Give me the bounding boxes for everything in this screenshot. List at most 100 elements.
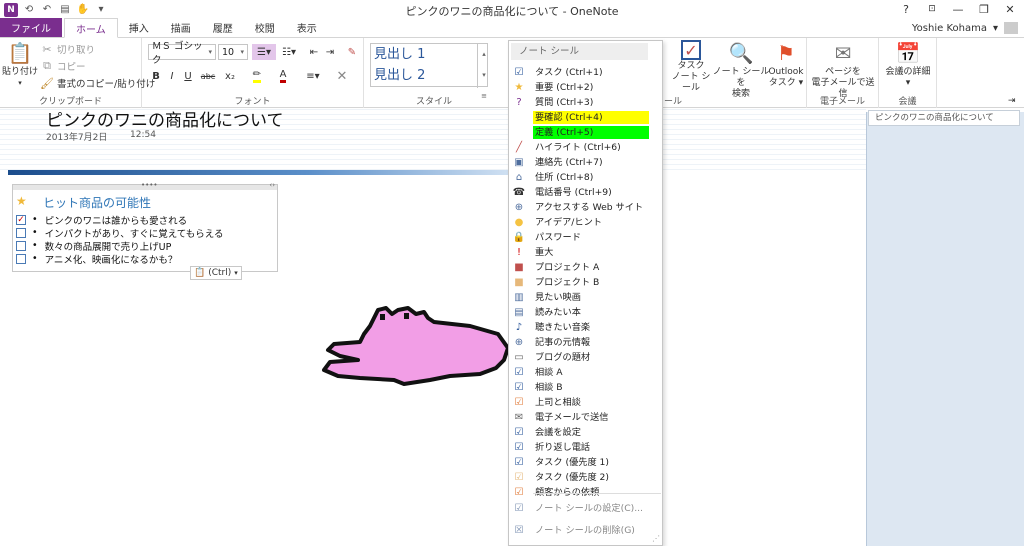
menu-item[interactable]: 定義 (Ctrl+5)	[511, 125, 661, 140]
checkbox-checked-icon[interactable]: ✓	[16, 214, 26, 225]
paste-options-button[interactable]: 📋 (Ctrl) ▾	[190, 266, 242, 280]
list-item[interactable]: • インパクトがあり、すぐに覚えてもらえる	[16, 226, 224, 240]
menu-item[interactable]: ▤ 読みたい本	[511, 305, 661, 320]
menu-item[interactable]: ☑ 相談 A	[511, 365, 661, 380]
checkbox-icon[interactable]	[16, 253, 26, 264]
remove-tag-item[interactable]: ☒ ノート シールの削除(G)	[511, 523, 661, 538]
customize-tags-item[interactable]: ☑ ノート シールの設定(C)...	[511, 501, 661, 516]
menu-item[interactable]: ? 質問 (Ctrl+3)	[511, 95, 661, 110]
menu-item[interactable]: ☑ 相談 B	[511, 380, 661, 395]
container-handle[interactable]: •••• ‹›	[13, 181, 277, 190]
list-item[interactable]: ✓ • ピンクのワニは誰からも愛される	[16, 213, 187, 227]
font-size-combo[interactable]: 10 ▾	[218, 44, 248, 60]
menu-item[interactable]: ⊕ 記事の元情報	[511, 335, 661, 350]
format-painter-button[interactable]: 🖌 書式のコピー/貼り付け	[40, 76, 155, 91]
checkbox-icon[interactable]	[16, 227, 26, 238]
font-name-combo[interactable]: ＭＳ ゴシック ▾	[148, 41, 216, 66]
note-heading[interactable]: ヒット商品の可能性	[43, 194, 151, 211]
bullets-button[interactable]: ☰▾	[252, 44, 276, 60]
styles-gallery[interactable]: 見出し 1 見出し 2 ▴ ▾ ≡	[370, 43, 488, 100]
ribbon-display-button[interactable]: ⊡	[922, 1, 942, 17]
menu-item-label: 住所 (Ctrl+8)	[535, 172, 594, 183]
menu-item[interactable]: ▣ 連絡先 (Ctrl+7)	[511, 155, 661, 170]
menu-item[interactable]: ♪ 聴きたい音楽	[511, 320, 661, 335]
menu-item[interactable]: ▥ 見たい映画	[511, 290, 661, 305]
tab-view[interactable]: 表示	[286, 18, 328, 37]
user-account[interactable]: Yoshie Kohama ▾	[912, 22, 1018, 34]
menu-item[interactable]: 🔒 パスワード	[511, 230, 661, 245]
menu-item[interactable]: ☑ 会議を設定	[511, 425, 661, 440]
menu-item[interactable]: ★ 重要 (Ctrl+2)	[511, 80, 661, 95]
underline-button[interactable]: U	[180, 68, 196, 84]
help-button[interactable]: ?	[896, 1, 916, 17]
tab-home[interactable]: ホーム	[64, 18, 118, 38]
list-item[interactable]: • 数々の商品展開で売り上げUP	[16, 239, 171, 253]
strikethrough-button[interactable]: abc	[198, 68, 218, 84]
menu-item[interactable]: ⊕ アクセスする Web サイト	[511, 200, 661, 215]
menu-item[interactable]: ╱ ハイライト (Ctrl+6)	[511, 140, 661, 155]
tag-settings-icon: ☑	[514, 503, 524, 514]
menu-item[interactable]: ☎ 電話番号 (Ctrl+9)	[511, 185, 661, 200]
page-tab-item[interactable]: ピンクのワニの商品化について	[868, 110, 1020, 126]
menu-item[interactable]: ■ プロジェクト A	[511, 260, 661, 275]
restore-button[interactable]: ❐	[974, 1, 994, 17]
style-heading1[interactable]: 見出し 1	[371, 44, 487, 65]
pin-ribbon-icon[interactable]: ⇥	[1008, 96, 1016, 106]
menu-separator	[533, 493, 661, 494]
menu-item[interactable]: ☑ タスク (優先度 1)	[511, 455, 661, 470]
menu-item[interactable]: ● アイデア/ヒント	[511, 215, 661, 230]
copy-button[interactable]: ⧉ コピー	[40, 59, 85, 73]
task-tag-button[interactable]: ✓ タスク ノート シール	[670, 40, 712, 94]
note-container[interactable]: •••• ‹› ★ ヒット商品の可能性 ✓ • ピンクのワニは誰からも愛される • イン…	[12, 181, 278, 272]
close-button[interactable]: ✕	[1000, 1, 1020, 17]
menu-item[interactable]: ✉ 電子メールで送信	[511, 410, 661, 425]
menu-item[interactable]: ☑ 折り返し電話	[511, 440, 661, 455]
tab-insert[interactable]: 挿入	[118, 18, 160, 37]
subscript-button[interactable]: x₂	[220, 68, 240, 84]
paste-button[interactable]: 📋 貼り付け ▾	[2, 40, 38, 89]
menu-item[interactable]: ■ プロジェクト B	[511, 275, 661, 290]
menu-item-label: 要確認 (Ctrl+4)	[533, 111, 649, 124]
note-tags-dropdown[interactable]: ノート シール ☑ タスク (Ctrl+1) ★ 重要 (Ctrl+2)? 質問 (Ct…	[508, 40, 663, 546]
delete-button[interactable]: ✕	[334, 68, 350, 84]
decrease-indent-button[interactable]: ⇤	[306, 44, 322, 60]
menu-item[interactable]: ☑ タスク (Ctrl+1)	[511, 65, 661, 80]
checkbox-calendar-icon: ☑	[514, 427, 524, 438]
checkbox-icon[interactable]	[16, 240, 26, 251]
align-button[interactable]: ≡▾	[302, 68, 324, 84]
menu-item[interactable]: ⌂ 住所 (Ctrl+8)	[511, 170, 661, 185]
phone-icon: ☎	[512, 187, 526, 198]
tab-review[interactable]: 校閲	[244, 18, 286, 37]
page-time: 12:54	[130, 130, 156, 140]
minimize-button[interactable]: —	[948, 1, 968, 17]
menu-item[interactable]: ☑ タスク (優先度 2)	[511, 470, 661, 485]
numbering-button[interactable]: ☷▾	[278, 44, 300, 60]
clear-formatting-button[interactable]: ✎	[344, 44, 360, 60]
menu-item[interactable]: ▭ ブログの題材	[511, 350, 661, 365]
tab-draw[interactable]: 描画	[160, 18, 202, 37]
clipboard-group: 📋 貼り付け ▾ ✂ 切り取り ⧉ コピー 🖌 書式のコピー/貼り付け クリップボード	[0, 38, 155, 108]
menu-item[interactable]: ☑ 上司と相談	[511, 395, 661, 410]
resize-grip-icon[interactable]: ⋰	[652, 534, 660, 543]
cut-button[interactable]: ✂ 切り取り	[40, 42, 95, 57]
pink-crocodile-drawing[interactable]	[320, 304, 520, 394]
increase-indent-button[interactable]: ⇥	[322, 44, 338, 60]
font-color-button[interactable]: A	[272, 68, 294, 84]
globe-icon: ⊕	[514, 337, 524, 348]
tab-history[interactable]: 履歴	[202, 18, 244, 37]
find-tags-button[interactable]: 🔍 ノート シールを 検索	[712, 40, 770, 100]
italic-button[interactable]: I	[164, 68, 180, 84]
menu-item[interactable]: ! 重大	[511, 245, 661, 260]
outlook-task-button[interactable]: ⚑ Outlook タスク ▾	[766, 40, 806, 89]
list-item[interactable]: • アニメ化、映画化になるかも？	[16, 252, 177, 266]
menu-item[interactable]: 要確認 (Ctrl+4)	[511, 110, 661, 125]
tab-file[interactable]: ファイル	[0, 18, 62, 37]
email-page-button[interactable]: ✉ ページを 電子メールで送信	[809, 40, 877, 100]
style-heading2[interactable]: 見出し 2	[371, 65, 487, 86]
highlight-color-button[interactable]: ✏	[246, 68, 268, 84]
bold-button[interactable]: B	[148, 68, 164, 84]
page-canvas[interactable]: ピンクのワニの商品化について 2013年7月2日 12:54 •••• ‹› ★ …	[0, 108, 866, 546]
meeting-details-button[interactable]: 📅 会議の詳細 ▾	[881, 40, 935, 89]
styles-scrollbar[interactable]: ▴ ▾ ≡	[477, 44, 487, 100]
page-title[interactable]: ピンクのワニの商品化について	[46, 106, 284, 131]
